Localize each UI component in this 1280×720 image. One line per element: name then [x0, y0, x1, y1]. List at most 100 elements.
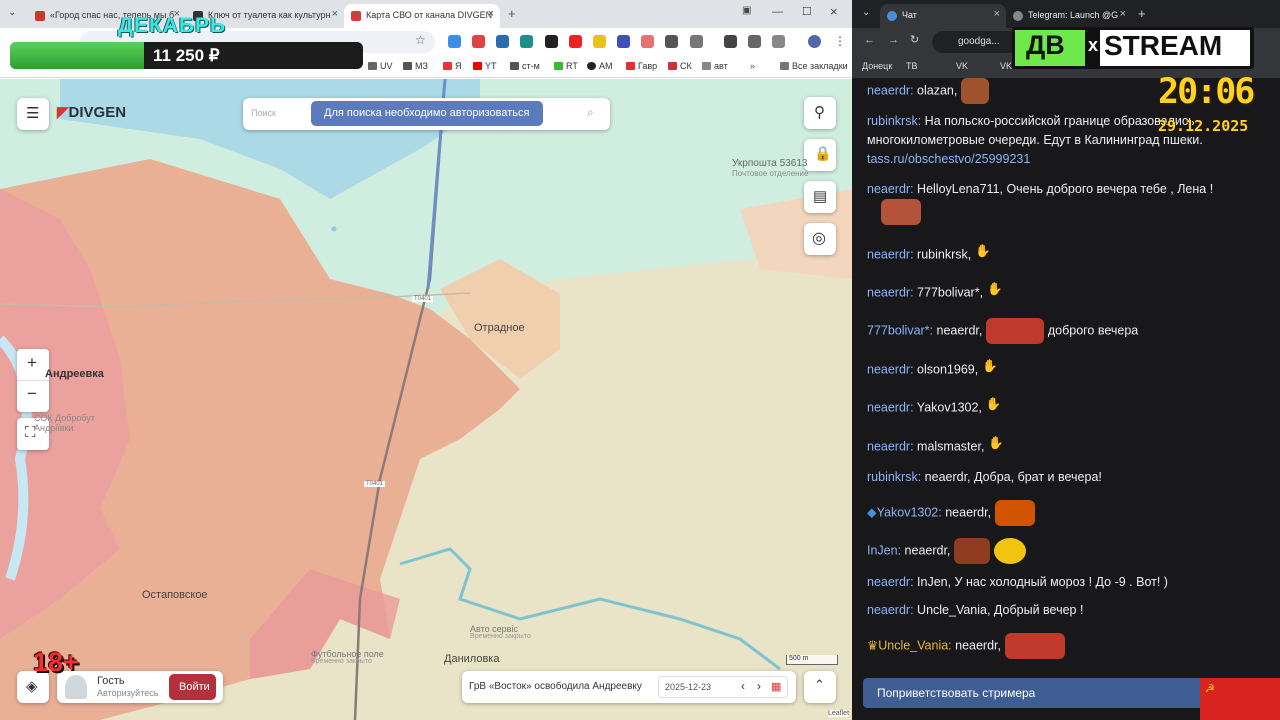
- chat-username[interactable]: neaerdr:: [867, 439, 914, 453]
- poi-label: Почтовое отделение: [732, 169, 809, 178]
- prev-date-button[interactable]: ‹: [741, 679, 745, 693]
- clock-time: 20:06: [1158, 72, 1255, 112]
- extension-icon[interactable]: [448, 35, 461, 48]
- close-icon[interactable]: ×: [1120, 8, 1126, 20]
- bookmark[interactable]: RT: [554, 61, 578, 71]
- close-icon[interactable]: ×: [332, 8, 338, 20]
- extension-icon[interactable]: [665, 35, 678, 48]
- search-input[interactable]: Поиск: [251, 108, 276, 118]
- tab-list-icon[interactable]: ⌄: [862, 7, 870, 18]
- extension-icon[interactable]: [472, 35, 485, 48]
- chat-username[interactable]: neaerdr:: [867, 362, 914, 376]
- location-button[interactable]: ⚲: [804, 97, 836, 129]
- chat-username[interactable]: Yakov1302:: [877, 505, 942, 519]
- chat-username[interactable]: InJen:: [867, 543, 901, 557]
- extension-icon[interactable]: [496, 35, 509, 48]
- forward-icon[interactable]: →: [888, 34, 899, 46]
- all-bookmarks[interactable]: Все закладки: [780, 61, 848, 71]
- news-headline[interactable]: ГрВ «Восток» освободила Андреевку: [469, 681, 642, 692]
- logo-left-text: ДВ: [1026, 30, 1065, 60]
- badge-icon: ◆: [867, 505, 877, 520]
- bookmark[interactable]: ТВ: [906, 61, 918, 71]
- search-bar[interactable]: Поиск Для поиска необходимо авторизовать…: [243, 98, 610, 130]
- zoom-out-button[interactable]: −: [27, 384, 37, 404]
- reload-icon[interactable]: ↻: [910, 33, 919, 46]
- chevron-right-icon[interactable]: »: [750, 61, 755, 71]
- translate-icon[interactable]: [772, 35, 785, 48]
- bookmark[interactable]: UV: [368, 61, 393, 71]
- close-icon[interactable]: ×: [994, 8, 1000, 20]
- chat-link[interactable]: tass.ru/obschestvo/25999231: [867, 152, 1030, 166]
- bookmark[interactable]: авт: [702, 61, 728, 71]
- bookmark-star-icon[interactable]: ☆: [415, 33, 426, 47]
- chat-message: neaerdr: Uncle_Vania, Добрый вечер !: [867, 601, 1217, 620]
- menu-button[interactable]: ☰: [17, 98, 49, 130]
- close-window-button[interactable]: ×: [830, 4, 838, 19]
- chat-username[interactable]: neaerdr:: [867, 247, 914, 261]
- menu-dots-icon[interactable]: ⋮: [834, 34, 846, 48]
- chat-username[interactable]: neaerdr:: [867, 285, 914, 299]
- chat-username[interactable]: rubinkrsk:: [867, 470, 921, 484]
- avatar[interactable]: [808, 35, 821, 48]
- chat-username[interactable]: rubinkrsk:: [867, 114, 921, 128]
- login-button[interactable]: Войти: [169, 674, 216, 700]
- tab-divgen-map[interactable]: Карта СВО от канала DIVGEN ×: [344, 4, 500, 28]
- extension-icon[interactable]: [569, 35, 582, 48]
- puzzle-icon[interactable]: [690, 35, 703, 48]
- chat-text: neaerdr,: [901, 543, 951, 558]
- ruler-button[interactable]: ▤: [804, 181, 836, 213]
- link-icon[interactable]: [748, 35, 761, 48]
- chat-username[interactable]: neaerdr:: [867, 603, 914, 617]
- lock-button[interactable]: 🔒: [804, 139, 836, 171]
- chat-username[interactable]: 777bolivar*:: [867, 323, 933, 337]
- minimize-button[interactable]: —: [772, 6, 783, 18]
- radar-button[interactable]: ◎: [804, 223, 836, 255]
- extension-icon[interactable]: [545, 35, 558, 48]
- date-picker[interactable]: 2025-12-23 ‹ › ▦: [658, 676, 788, 698]
- chat-username[interactable]: neaerdr:: [867, 83, 914, 97]
- bookmark[interactable]: АМ: [587, 61, 613, 71]
- map-canvas[interactable]: [0, 79, 852, 720]
- user-panel: Гость Авторизуйтесь Войти: [57, 671, 223, 703]
- extension-icon[interactable]: [617, 35, 630, 48]
- bookmark[interactable]: СК: [668, 61, 692, 71]
- maximize-button[interactable]: ☐: [802, 5, 812, 18]
- close-icon[interactable]: ×: [488, 8, 494, 20]
- bookmark[interactable]: Донецк: [862, 61, 892, 71]
- new-tab-button[interactable]: +: [1138, 6, 1146, 21]
- place-label: Остаповское: [142, 589, 208, 601]
- bookmark[interactable]: Я: [443, 61, 462, 71]
- search-icon[interactable]: ⌕: [587, 105, 594, 120]
- divgen-logo: ◤DIVGEN: [57, 103, 126, 121]
- chat-username[interactable]: neaerdr:: [867, 400, 914, 414]
- extension-icon[interactable]: [641, 35, 654, 48]
- expand-panel-button[interactable]: ⌃: [804, 671, 836, 703]
- tab-search-icon[interactable]: ▣: [742, 5, 751, 16]
- bookmark[interactable]: YT: [473, 61, 497, 71]
- attribution[interactable]: Leaflet: [828, 710, 850, 717]
- tab-list-icon[interactable]: ⌄: [8, 7, 16, 18]
- map-view[interactable]: ☰ ◤DIVGEN Поиск Для поиска необходимо ав…: [0, 79, 852, 720]
- chat-username[interactable]: neaerdr:: [867, 182, 914, 196]
- chat-message: 777bolivar*: neaerdr, доброго вечера: [867, 318, 1217, 344]
- extension-icon[interactable]: [520, 35, 533, 48]
- bookmark[interactable]: VK: [1000, 61, 1012, 71]
- bookmark[interactable]: VK: [956, 61, 968, 71]
- chat-username[interactable]: Uncle_Vania:: [878, 638, 951, 652]
- bookmark[interactable]: Гавр: [626, 61, 657, 71]
- tab-telegram[interactable]: Telegram: Launch @G ×: [1006, 4, 1132, 28]
- badge-icon: ♛: [867, 638, 879, 653]
- bookmark[interactable]: ст-м: [510, 61, 540, 71]
- new-tab-button[interactable]: +: [508, 6, 516, 21]
- chat-username[interactable]: neaerdr:: [867, 575, 914, 589]
- key-icon[interactable]: [724, 35, 737, 48]
- tab-chat[interactable]: Чат ×: [880, 4, 1006, 28]
- bookmark[interactable]: МЗ: [403, 61, 428, 71]
- back-icon[interactable]: ←: [864, 34, 875, 46]
- bookmark-label: авт: [714, 61, 728, 71]
- next-date-button[interactable]: ›: [757, 679, 761, 693]
- calendar-icon[interactable]: ▦: [771, 680, 781, 693]
- good-evening-emote-icon: [986, 318, 1045, 344]
- extension-icon[interactable]: [593, 35, 606, 48]
- zoom-in-button[interactable]: +: [27, 353, 37, 373]
